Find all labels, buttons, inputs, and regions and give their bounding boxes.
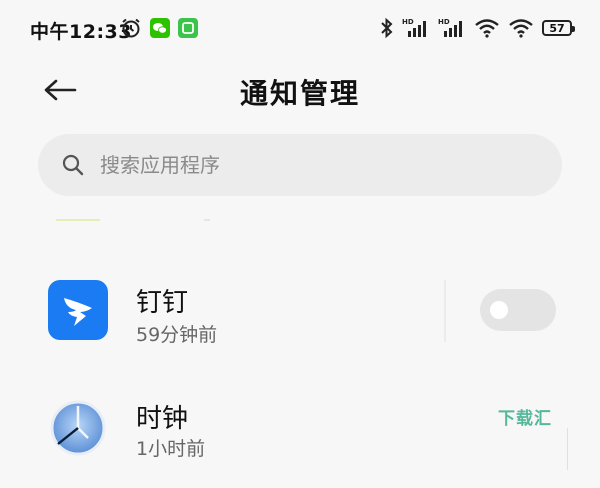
watermark: 下载汇 bbox=[498, 409, 552, 429]
hd-signal-icon: HD bbox=[438, 17, 466, 39]
app-time: 1小时前 bbox=[136, 438, 206, 460]
status-right-icons: HD HD 57 bbox=[380, 17, 575, 39]
search-input[interactable] bbox=[98, 152, 502, 178]
alarm-icon bbox=[120, 17, 142, 39]
search-icon bbox=[62, 154, 84, 176]
toggle-knob bbox=[490, 301, 508, 319]
divider bbox=[444, 280, 446, 342]
divider bbox=[204, 219, 210, 221]
clock-icon bbox=[48, 398, 108, 458]
search-box[interactable] bbox=[38, 134, 562, 196]
page-title: 通知管理 bbox=[239, 77, 360, 110]
svg-text:HD: HD bbox=[438, 18, 450, 26]
divider bbox=[567, 428, 568, 470]
battery-icon: 57 bbox=[542, 20, 575, 36]
app-row-clock[interactable]: 时钟 1小时前 bbox=[0, 380, 600, 480]
dingtalk-icon bbox=[48, 280, 108, 340]
status-time: 中午12:33 bbox=[30, 21, 132, 43]
wifi-icon bbox=[508, 18, 534, 38]
bluetooth-icon bbox=[380, 17, 394, 39]
wifi-icon bbox=[474, 18, 500, 38]
divider bbox=[56, 219, 100, 221]
status-left-icons bbox=[120, 17, 198, 39]
hd-signal-icon: HD bbox=[402, 17, 430, 39]
app-time: 59分钟前 bbox=[136, 324, 218, 346]
notification-toggle-dingtalk[interactable] bbox=[480, 289, 556, 331]
wechat-icon bbox=[150, 18, 170, 38]
app-name: 钉钉 bbox=[136, 288, 189, 318]
app-name: 时钟 bbox=[136, 404, 189, 434]
green-app-icon bbox=[178, 18, 198, 38]
svg-text:HD: HD bbox=[402, 18, 414, 26]
status-bar: 中午12:33 HD HD 57 bbox=[0, 0, 600, 58]
header: 通知管理 bbox=[0, 60, 600, 120]
